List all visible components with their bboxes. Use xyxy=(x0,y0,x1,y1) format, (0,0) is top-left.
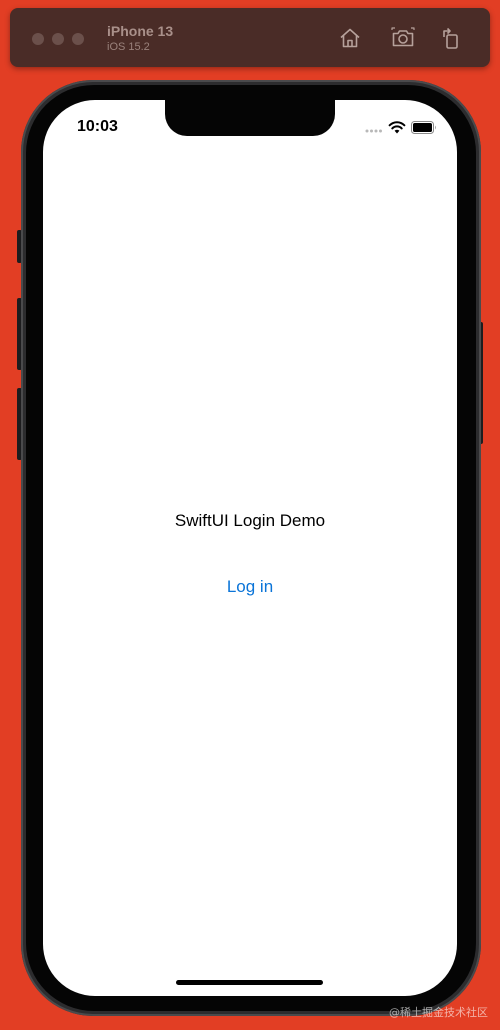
notch xyxy=(165,100,335,136)
status-bar-time: 10:03 xyxy=(77,118,118,135)
phone-screen: 10:03 SwiftUI Login Demo Log in xyxy=(43,100,457,996)
watermark: @稀土掘金技术社区 xyxy=(389,1006,488,1019)
home-indicator[interactable] xyxy=(176,980,323,985)
battery-icon xyxy=(411,121,436,134)
wifi-icon xyxy=(388,121,406,134)
screenshot-button[interactable] xyxy=(391,26,415,50)
simulator-toolbar: iPhone 13 iOS 15.2 xyxy=(10,8,490,67)
zoom-window-button[interactable] xyxy=(72,33,84,45)
app-title: SwiftUI Login Demo xyxy=(174,511,326,530)
minimize-window-button[interactable] xyxy=(52,33,64,45)
home-icon xyxy=(340,28,360,48)
rotate-icon xyxy=(443,27,458,49)
device-os-version: iOS 15.2 xyxy=(107,41,150,53)
device-name: iPhone 13 xyxy=(107,23,174,39)
home-button[interactable] xyxy=(338,26,362,50)
close-window-button[interactable] xyxy=(32,33,44,45)
login-button[interactable]: Log in xyxy=(200,572,300,602)
screenshot-icon xyxy=(391,27,415,47)
signal-icon xyxy=(365,129,382,133)
rotate-button[interactable] xyxy=(440,26,464,50)
